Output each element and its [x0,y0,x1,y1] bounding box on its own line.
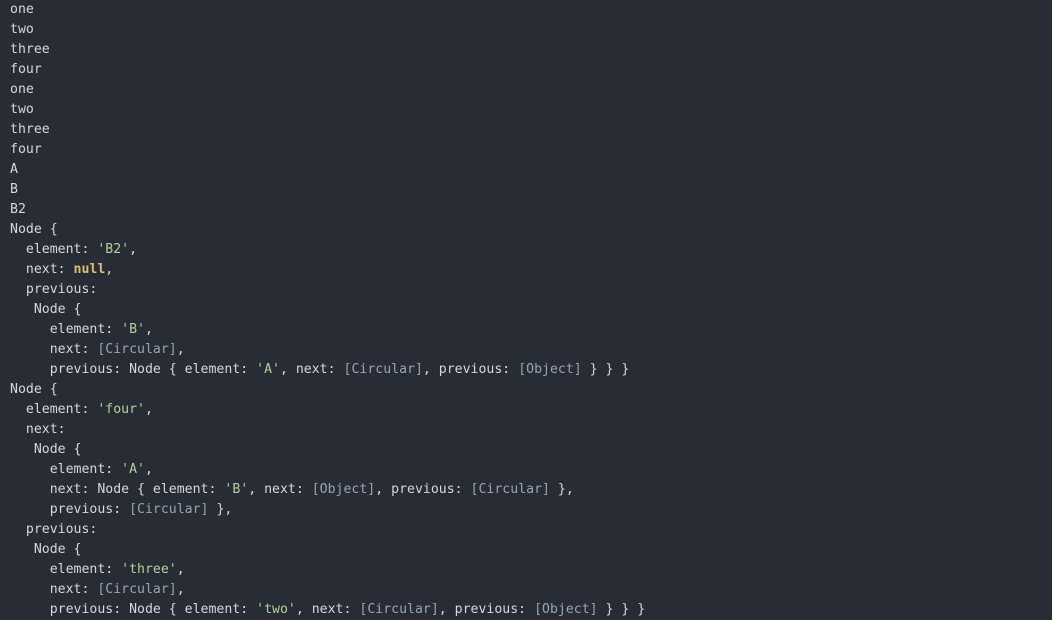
console-token: one [10,2,34,17]
console-token: , [144,322,153,337]
console-line: Node { [0,380,1052,400]
console-token: , next: [248,482,312,497]
console-token: next: [10,342,98,357]
console-token: 'B' [121,322,145,337]
console-line: next: null, [0,260,1052,280]
console-line: previous: [Circular] }, [0,500,1052,520]
console-line: next: [0,420,1052,440]
console-token: [Circular] [359,602,439,617]
console-token: [Object] [518,362,582,377]
console-token: element: [10,322,122,337]
console-token: previous: Node { element: [10,362,257,377]
console-line: element: 'B', [0,320,1052,340]
console-line: Node { [0,540,1052,560]
console-token: four [10,62,42,77]
console-token: } } } [597,602,646,617]
console-line: element: 'four', [0,400,1052,420]
console-token: element: [10,242,98,257]
console-token: , next: [295,602,360,617]
console-line: two [0,100,1052,120]
console-token: }, [208,502,233,517]
console-token: 'three' [121,562,177,577]
console-line: next: Node { element: 'B', next: [Object… [0,480,1052,500]
console-line: four [0,140,1052,160]
console-line: two [0,20,1052,40]
console-line: previous: [0,520,1052,540]
console-token: , [144,462,153,477]
console-token: 'A' [121,462,145,477]
console-token: [Circular] [343,362,423,377]
console-token: , [176,582,185,597]
console-line: one [0,80,1052,100]
console-token: B2 [10,202,26,217]
console-token: next: [10,582,98,597]
console-token: four [10,142,42,157]
console-line: three [0,120,1052,140]
console-line: B2 [0,200,1052,220]
console-token: next: [10,422,66,437]
console-token: [Circular] [97,342,177,357]
console-token: Node { [10,542,82,557]
console-line: next: [Circular], [0,340,1052,360]
console-token: two [10,102,34,117]
console-token: 'A' [256,362,280,377]
console-token: 'B2' [97,242,130,257]
console-token: element: [10,462,122,477]
console-token: previous: [10,282,98,297]
console-token: [Object] [311,482,376,497]
console-line: element: 'three', [0,560,1052,580]
console-line: previous: [0,280,1052,300]
console-line: A [0,160,1052,180]
console-token: Node { [10,222,58,237]
console-line: Node { [0,440,1052,460]
console-line: Node { [0,300,1052,320]
console-token: three [10,122,50,137]
console-token: , previous: [422,362,519,377]
console-token: , [105,262,114,277]
console-token: previous: Node { element: [10,602,257,617]
console-token: A [10,162,18,177]
console-line: one [0,0,1052,20]
console-token: [Circular] [97,582,177,597]
console-token: Node { [10,302,82,317]
console-line: previous: Node { element: 'two', next: [… [0,600,1052,620]
console-token: element: [10,402,98,417]
console-token: , [176,342,185,357]
console-token: next: Node { element: [10,482,225,497]
console-token: null [73,262,106,277]
console-token: , [176,562,185,577]
console-line: element: 'B2', [0,240,1052,260]
console-token: one [10,82,34,97]
console-token: next: [10,262,74,277]
console-token: , previous: [375,482,471,497]
console-token: [Circular] [129,502,209,517]
console-token: previous: [10,502,130,517]
console-line: Node { [0,220,1052,240]
console-token: 'B' [224,482,249,497]
console-token: three [10,42,50,57]
console-token: Node { [10,382,58,397]
console-token: two [10,22,34,37]
console-token: [Circular] [470,482,550,497]
console-line: element: 'A', [0,460,1052,480]
console-token: , [144,402,153,417]
console-token: 'four' [97,402,145,417]
console-token: [Object] [534,602,598,617]
console-token: B [10,182,18,197]
console-token: , previous: [438,602,535,617]
console-output-pane[interactable]: one two three four one two three four A B B2 Node {… [0,0,1052,620]
console-line: four [0,60,1052,80]
console-token: , next: [279,362,344,377]
console-token: }, [549,482,574,497]
console-token: Node { [10,442,82,457]
console-token: } } } [581,362,630,377]
console-token: , [129,242,138,257]
console-line: previous: Node { element: 'A', next: [Ci… [0,360,1052,380]
console-token: 'two' [256,602,296,617]
console-line: B [0,180,1052,200]
console-line: three [0,40,1052,60]
console-token: element: [10,562,122,577]
console-line: next: [Circular], [0,580,1052,600]
console-token: previous: [10,522,98,537]
